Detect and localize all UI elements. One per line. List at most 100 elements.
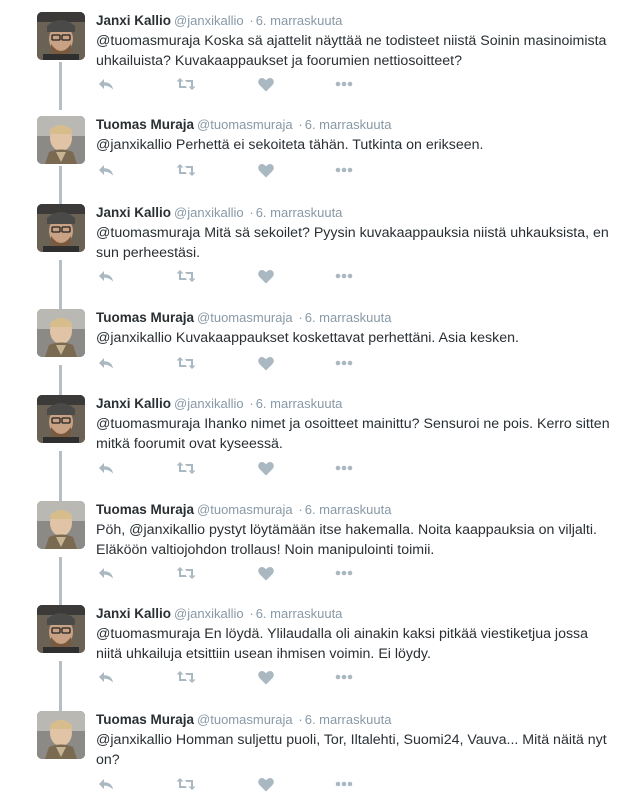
tweet-timestamp[interactable]: 6. marraskuuta — [305, 712, 392, 727]
reply-icon — [99, 672, 113, 683]
author-handle[interactable]: @tuomasmuraja — [197, 712, 293, 727]
avatar-tuomas-muraja[interactable] — [37, 116, 85, 164]
like-button[interactable] — [256, 354, 276, 372]
tweet-header: Tuomas Muraja @tuomasmuraja · 6. marraskuu… — [96, 116, 616, 134]
reply-button[interactable] — [96, 267, 116, 285]
separator-dot: · — [249, 396, 254, 411]
heart-icon — [258, 356, 274, 370]
author-name[interactable]: Janxi Kallio — [96, 13, 171, 28]
like-button[interactable] — [256, 775, 276, 793]
avatar-tuomas-muraja[interactable] — [37, 711, 85, 759]
tweet-timestamp[interactable]: 6. marraskuuta — [305, 117, 392, 132]
tweet-text: Pöh, @janxikallio pystyt löytämään itse … — [96, 522, 597, 558]
retweet-button[interactable] — [176, 75, 196, 93]
tweet-actions — [96, 775, 354, 793]
tweet[interactable]: Janxi Kallio @janxikallio · 6. marraskuuta… — [0, 204, 640, 288]
reply-button[interactable] — [96, 564, 116, 582]
tweet-timestamp[interactable]: 6. marraskuuta — [256, 205, 343, 220]
author-name[interactable]: Tuomas Muraja — [96, 502, 194, 517]
author-handle[interactable]: @janxikallio — [174, 13, 244, 28]
author-handle[interactable]: @tuomasmuraja — [197, 117, 293, 132]
tweet-content: Tuomas Muraja @tuomasmuraja · 6. marraskuu… — [96, 116, 616, 156]
heart-icon — [258, 670, 274, 684]
more-button[interactable] — [334, 564, 354, 582]
more-button[interactable] — [334, 459, 354, 477]
author-name[interactable]: Tuomas Muraja — [96, 712, 194, 727]
like-button[interactable] — [256, 161, 276, 179]
reply-icon — [99, 358, 113, 369]
tweet[interactable]: Tuomas Muraja @tuomasmuraja · 6. marraskuu… — [0, 501, 640, 585]
tweet-text: @tuomasmuraja Ihanko nimet ja osoitteet … — [96, 416, 610, 452]
tweet-timestamp[interactable]: 6. marraskuuta — [256, 396, 343, 411]
more-button[interactable] — [334, 161, 354, 179]
tweet-text: @tuomasmuraja Koska sä ajattelit näyttää… — [96, 33, 607, 69]
separator-dot: · — [249, 606, 254, 621]
author-handle[interactable]: @janxikallio — [174, 606, 244, 621]
retweet-icon — [176, 462, 196, 474]
retweet-button[interactable] — [176, 459, 196, 477]
retweet-button[interactable] — [176, 161, 196, 179]
like-button[interactable] — [256, 668, 276, 686]
avatar-tuomas-muraja[interactable] — [37, 309, 85, 357]
retweet-icon — [176, 567, 196, 579]
author-name[interactable]: Janxi Kallio — [96, 396, 171, 411]
author-name[interactable]: Tuomas Muraja — [96, 117, 194, 132]
author-handle[interactable]: @janxikallio — [174, 205, 244, 220]
more-button[interactable] — [334, 267, 354, 285]
tweet-content: Janxi Kallio @janxikallio · 6. marraskuuta… — [96, 204, 616, 263]
author-name[interactable]: Janxi Kallio — [96, 606, 171, 621]
author-name[interactable]: Tuomas Muraja — [96, 310, 194, 325]
reply-button[interactable] — [96, 775, 116, 793]
retweet-button[interactable] — [176, 267, 196, 285]
more-icon — [335, 570, 353, 576]
author-handle[interactable]: @tuomasmuraja — [197, 310, 293, 325]
more-icon — [335, 781, 353, 787]
reply-button[interactable] — [96, 161, 116, 179]
tweet[interactable]: Janxi Kallio @janxikallio · 6. marraskuuta… — [0, 12, 640, 96]
author-handle[interactable]: @tuomasmuraja — [197, 502, 293, 517]
retweet-button[interactable] — [176, 354, 196, 372]
reply-button[interactable] — [96, 459, 116, 477]
more-button[interactable] — [334, 775, 354, 793]
reply-button[interactable] — [96, 75, 116, 93]
tweet-actions — [96, 354, 354, 372]
more-button[interactable] — [334, 75, 354, 93]
author-name[interactable]: Janxi Kallio — [96, 205, 171, 220]
tweet[interactable]: Janxi Kallio @janxikallio · 6. marraskuuta… — [0, 605, 640, 689]
avatar-janxi-kallio[interactable] — [37, 12, 85, 60]
like-button[interactable] — [256, 459, 276, 477]
tweet-header: Tuomas Muraja @tuomasmuraja · 6. marraskuu… — [96, 711, 616, 729]
more-button[interactable] — [334, 668, 354, 686]
tweet-timestamp[interactable]: 6. marraskuuta — [305, 310, 392, 325]
retweet-button[interactable] — [176, 668, 196, 686]
tweet[interactable]: Tuomas Muraja @tuomasmuraja · 6. marraskuu… — [0, 309, 640, 379]
like-button[interactable] — [256, 75, 276, 93]
tweet[interactable]: Janxi Kallio @janxikallio · 6. marraskuuta… — [0, 395, 640, 479]
reply-button[interactable] — [96, 354, 116, 372]
avatar-tuomas-muraja[interactable] — [37, 501, 85, 549]
author-handle[interactable]: @janxikallio — [174, 396, 244, 411]
tweet-text: @janxikallio Kuvakaappaukset koskettavat… — [96, 330, 519, 346]
reply-icon — [99, 79, 113, 90]
reply-button[interactable] — [96, 668, 116, 686]
tweet-actions — [96, 459, 354, 477]
avatar-janxi-kallio[interactable] — [37, 605, 85, 653]
tweet-header: Janxi Kallio @janxikallio · 6. marraskuuta — [96, 605, 616, 623]
reply-icon — [99, 463, 113, 474]
like-button[interactable] — [256, 564, 276, 582]
tweet-header: Janxi Kallio @janxikallio · 6. marraskuuta — [96, 12, 616, 30]
tweet-timestamp[interactable]: 6. marraskuuta — [256, 606, 343, 621]
tweet-timestamp[interactable]: 6. marraskuuta — [256, 13, 343, 28]
avatar-janxi-kallio[interactable] — [37, 395, 85, 443]
avatar-janxi-kallio[interactable] — [37, 204, 85, 252]
retweet-button[interactable] — [176, 775, 196, 793]
like-button[interactable] — [256, 267, 276, 285]
separator-dot: · — [298, 310, 303, 325]
retweet-button[interactable] — [176, 564, 196, 582]
tweet[interactable]: Tuomas Muraja @tuomasmuraja · 6. marraskuu… — [0, 711, 640, 799]
tweet-content: Janxi Kallio @janxikallio · 6. marraskuuta… — [96, 12, 616, 71]
tweet-timestamp[interactable]: 6. marraskuuta — [305, 502, 392, 517]
retweet-icon — [176, 78, 196, 90]
tweet[interactable]: Tuomas Muraja @tuomasmuraja · 6. marraskuu… — [0, 116, 640, 186]
more-button[interactable] — [334, 354, 354, 372]
